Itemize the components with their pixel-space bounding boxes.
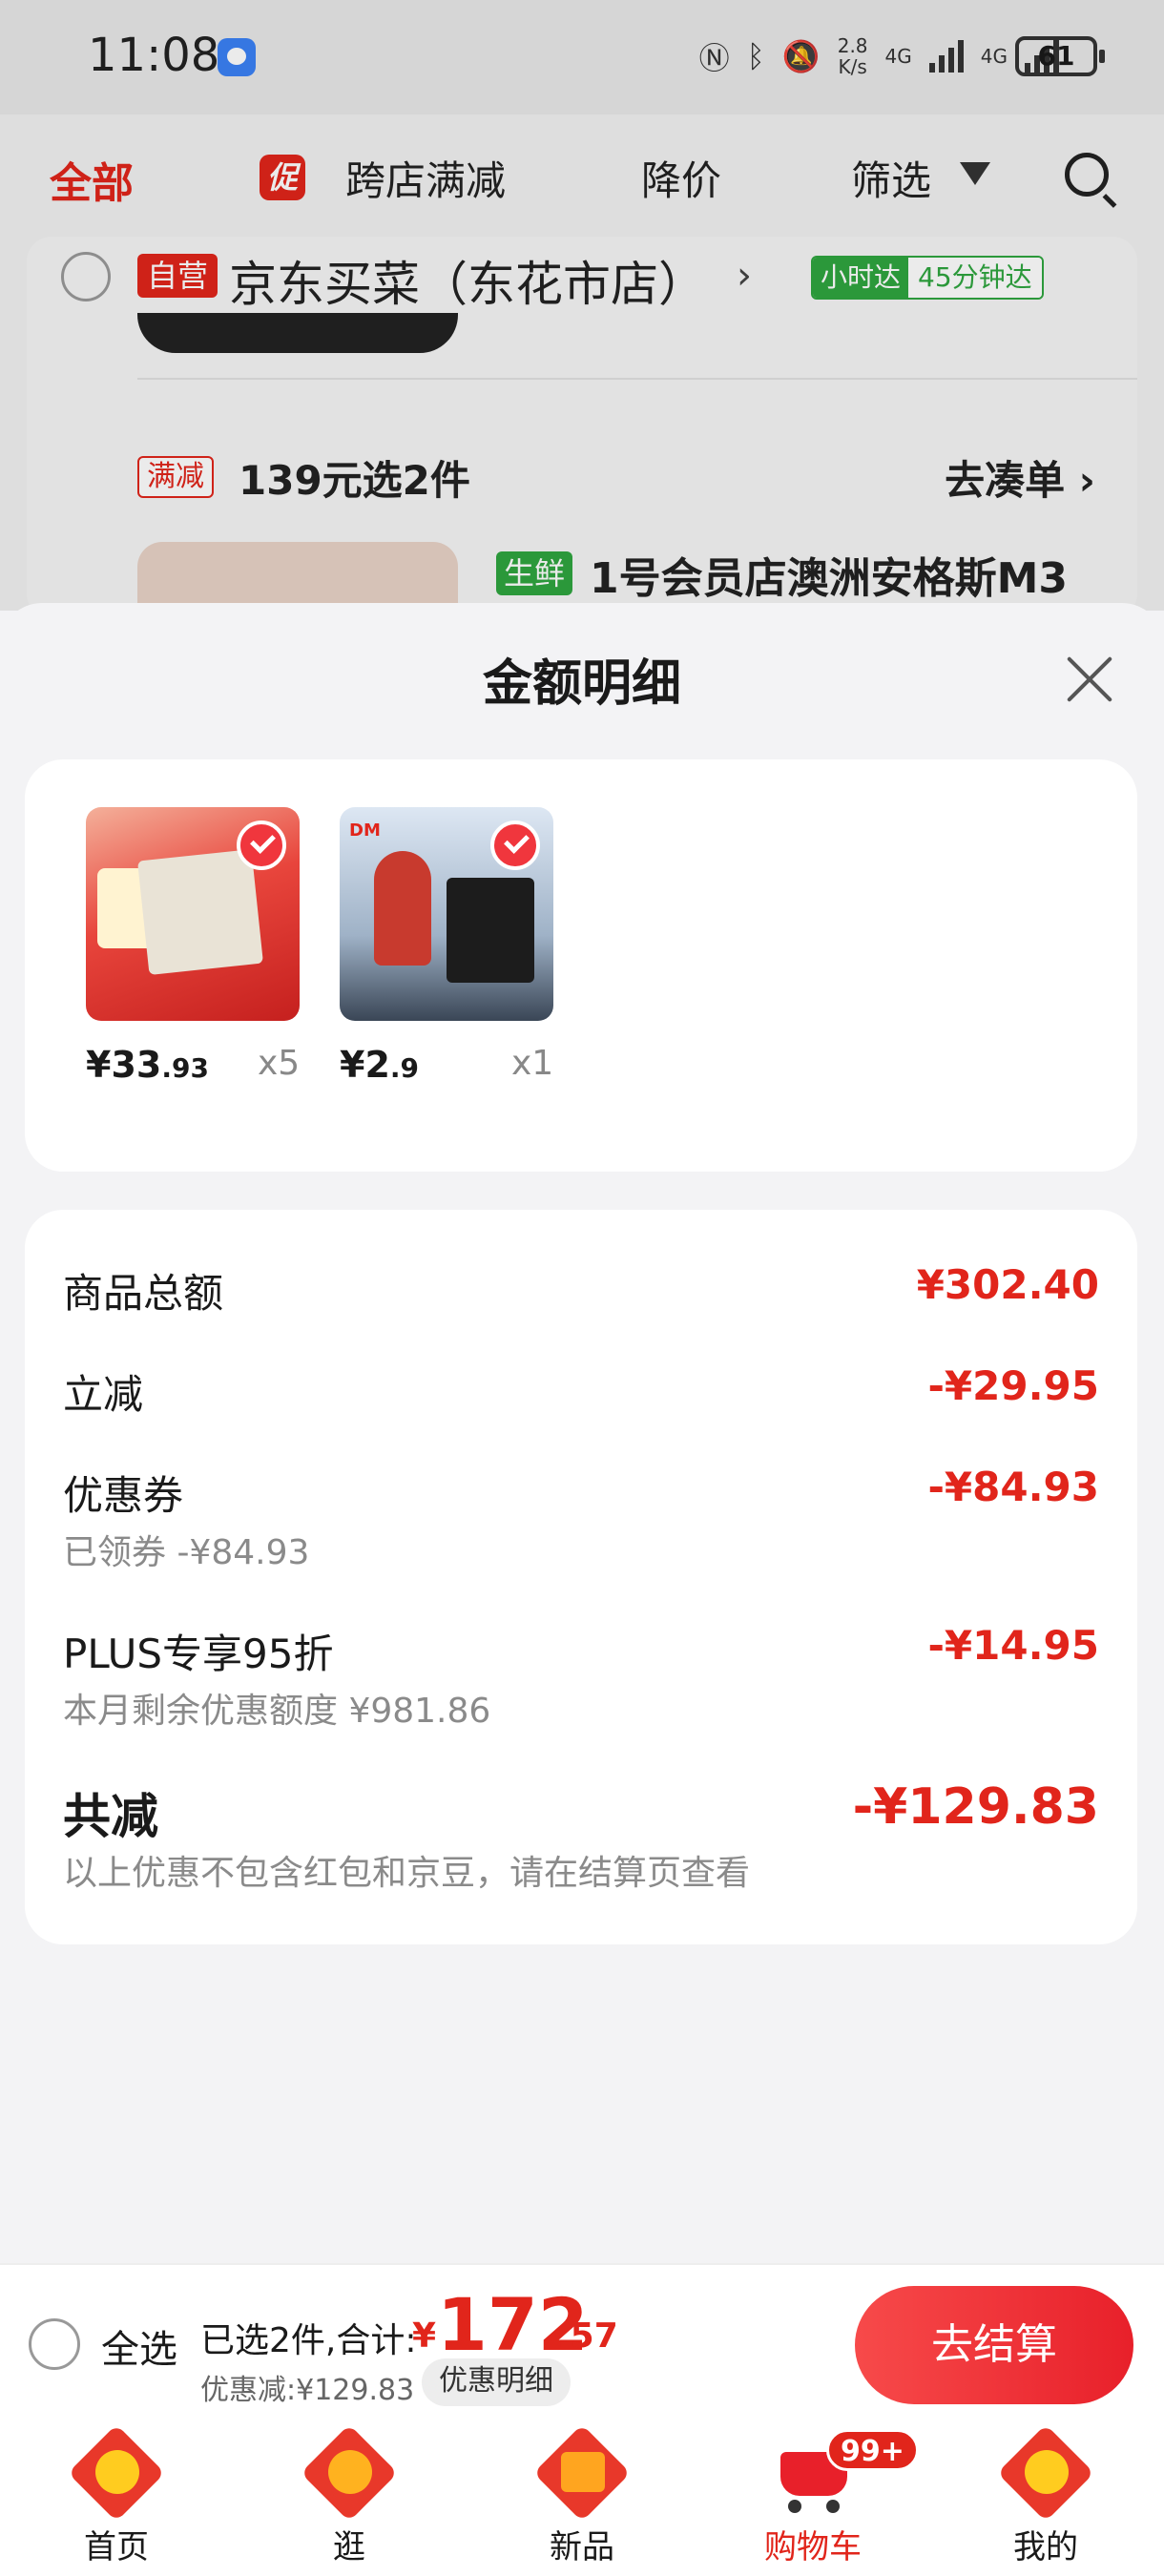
plus-discount-label: PLUS专享95折 [63,1631,334,1677]
home-icon [68,2424,165,2522]
select-all-radio[interactable] [29,2318,80,2370]
product-image: DM [340,807,553,1021]
goods-total-label: 商品总额 [63,1270,224,1317]
goods-total-value: ¥302.40 [916,1261,1099,1308]
tab-new[interactable]: 新品 [506,2424,658,2567]
total-discount-value: -¥129.83 [852,1778,1099,1836]
item-thumbnail-1[interactable] [86,807,300,1021]
coupon-label: 优惠券 [63,1472,184,1519]
check-icon [237,821,286,870]
plus-discount-value: -¥14.95 [927,1622,1099,1669]
coupon-sub: 已领券 -¥84.93 [63,1533,310,1572]
discount-detail-button[interactable]: 优惠明细 [422,2358,571,2406]
select-all-label[interactable]: 全选 [101,2318,177,2374]
instant-discount-label: 立减 [63,1371,144,1418]
new-products-icon [533,2424,631,2522]
sheet-title: 金额明细 [482,655,681,713]
close-icon[interactable] [1063,654,1114,706]
dim-overlay[interactable] [0,0,1164,611]
selected-count: 已选2件,合计: [200,2321,417,2360]
tab-profile[interactable]: 我的 [969,2424,1122,2567]
tab-label: 我的 [1013,2528,1078,2566]
browse-icon [301,2424,398,2522]
tab-label: 逛 [333,2528,365,2566]
plus-remaining-quota: 本月剩余优惠额度 ¥981.86 [63,1692,491,1731]
item-thumbnail-2[interactable]: DM [340,807,553,1021]
total-amount-decimal: .57 [557,2316,618,2356]
checkout-button[interactable]: 去结算 [855,2286,1133,2404]
check-icon [490,821,540,870]
tab-label: 新品 [550,2528,614,2566]
checkout-bar: 全选 已选2件,合计: ¥ 172 .57 优惠减:¥129.83 优惠明细 去… [0,2263,1164,2421]
amount-detail-sheet: 金额明细 ¥33.93 x5 DM ¥2.9 x1 商品总额 ¥302.40 立… [0,603,1164,2263]
tab-browse[interactable]: 逛 [273,2424,426,2567]
item-price: ¥2.9 [340,1044,420,1086]
bottom-tab-bar: 首页 逛 新品 购物车 99+ 我的 [0,2421,1164,2576]
instant-discount-value: -¥29.95 [927,1362,1099,1409]
cart-count-badge: 99+ [826,2429,919,2471]
total-discount-label: 共减 [63,1789,158,1844]
amount-breakdown-card: 商品总额 ¥302.40 立减 -¥29.95 优惠券 已领券 -¥84.93 … [25,1210,1137,1944]
coupon-value: -¥84.93 [927,1464,1099,1510]
currency-symbol: ¥ [412,2316,437,2356]
selected-items-card: ¥33.93 x5 DM ¥2.9 x1 [25,759,1137,1172]
item-quantity: x1 [511,1044,554,1083]
tab-label: 首页 [84,2528,149,2566]
item-price: ¥33.93 [86,1044,209,1086]
discount-summary: 优惠减:¥129.83 [200,2374,415,2407]
item-quantity: x5 [258,1044,301,1083]
total-discount-note: 以上优惠不包含红包和京豆，请在结算页查看 [63,1854,751,1893]
tab-label: 购物车 [764,2528,862,2566]
tab-home[interactable]: 首页 [40,2424,193,2567]
product-image [86,807,300,1021]
profile-icon [997,2424,1094,2522]
